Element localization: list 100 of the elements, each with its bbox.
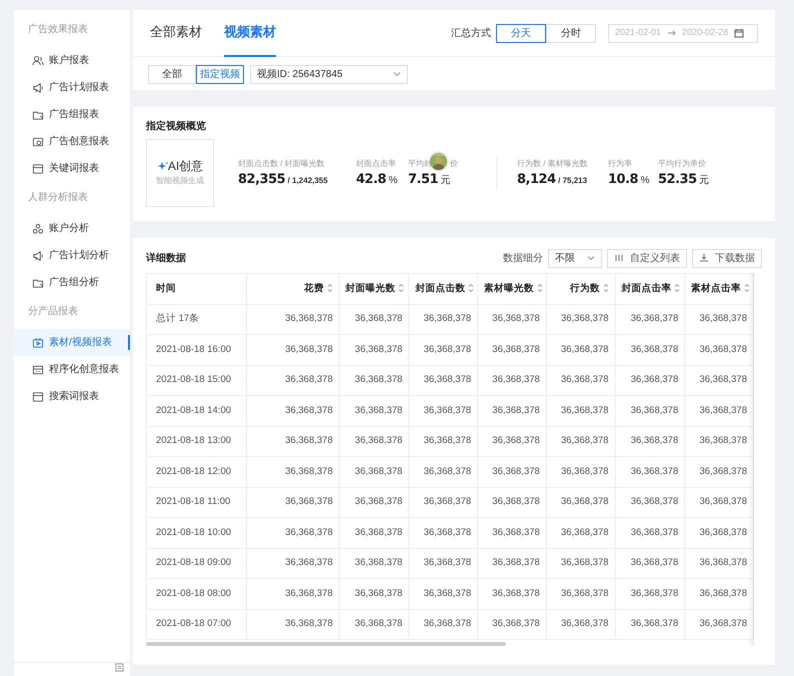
column-header[interactable]: 封面曝光数 [339,274,409,304]
breakdown-label: 数据细分 [503,252,543,266]
table-cell: 36,368,378 [246,456,340,487]
table-cell: 36,368,378 [684,396,754,426]
summary-option[interactable]: 分时 [546,24,596,42]
stat-value: 7.51 [408,171,438,190]
table-cell: 2021-08-18 16:00 [146,334,247,365]
table-cell: 36,368,378 [546,334,616,365]
table-cell: 36,368,378 [615,334,685,365]
sort-icon [398,283,404,294]
toolbar-button[interactable]: 下载数据 [692,248,762,268]
table-cell: 36,368,378 [478,426,546,456]
sidebar-item[interactable]: 广告计划分析 [14,242,130,269]
table-cell: 36,368,378 [478,304,546,334]
sidebar-item[interactable]: 广告计划报表 [14,74,130,101]
column-header[interactable]: 封面点击率 [615,274,685,304]
table-cell: 36,368,378 [339,365,409,396]
table-cell: 36,368,378 [684,426,754,456]
table-cell: 36,368,378 [339,609,409,640]
table-cell: 36,368,378 [339,548,409,578]
stat-label: 价 [450,158,458,168]
table-cell: 36,368,378 [339,304,409,334]
caret-icon [393,71,401,78]
table-cell: 36,368,378 [684,518,754,548]
table-cell: 36,368,378 [546,578,616,609]
table-cell: 36,368,378 [339,487,409,518]
table-cell: 36,368,378 [615,518,685,548]
sidebar-item[interactable]: 关键词报表 [14,155,130,182]
stat-label: 封面点击率 [356,158,396,168]
sidebar-item[interactable]: 广告组分析 [14,269,130,296]
users-icon [32,54,44,66]
card-icon [32,162,44,174]
tab[interactable]: 全部素材 [150,10,202,56]
columns-icon [614,253,624,263]
table-cell: 36,368,378 [339,396,409,426]
column-header[interactable]: 行为数 [546,274,616,304]
filter-option[interactable]: 全部 [148,65,196,84]
table-cell: 2021-08-18 13:00 [146,426,247,456]
table-cell: 2021-08-18 09:00 [146,548,247,578]
table-cell: 36,368,378 [408,334,478,365]
sidebar-item[interactable]: 账户分析 [14,215,130,242]
video-select[interactable]: 视频ID: 256437845 [250,65,408,84]
summary-option[interactable]: 分天 [496,24,546,42]
calendar-icon [734,28,744,38]
table-cell: 36,368,378 [339,456,409,487]
toolbar-button[interactable]: 自定义列表 [607,248,687,268]
breakdown-select[interactable]: 不限 [548,248,602,268]
table-cell: 36,368,378 [246,578,340,609]
tab[interactable]: 视频素材 [224,10,276,56]
table-cell: 36,368,378 [246,334,340,365]
stat-label: 封面点击数 / 封面曝光数 [238,158,325,168]
table-cell: 36,368,378 [408,487,478,518]
table-cell: 36,368,378 [246,304,340,334]
table-cell: 36,368,378 [615,365,685,396]
table-cell: 2021-08-18 15:00 [146,365,247,396]
table-cell: 36,368,378 [615,456,685,487]
megaphone-icon [32,82,44,94]
ai-creative-card[interactable]: AI创意 智能视频生成 [146,139,214,207]
table-cell: 36,368,378 [408,304,478,334]
sort-icon [536,283,543,294]
card-icon [32,390,44,402]
column-header[interactable]: 封面点击数 [408,274,478,304]
table-cell: 36,368,378 [478,456,546,487]
table-cell: 36,368,378 [478,578,546,609]
table-cell: 36,368,378 [546,396,616,426]
sort-icon [468,283,474,294]
sparkle-icon [156,160,168,170]
table-cell: 36,368,378 [339,518,409,548]
table-cell: 36,368,378 [408,518,478,548]
table-cell: 36,368,378 [246,518,340,548]
table-cell: 36,368,378 [546,304,616,334]
sort-icon [674,283,680,294]
table-cell: 36,368,378 [246,365,340,396]
table-cell: 36,368,378 [246,396,340,426]
table-cell: 36,368,378 [478,548,546,578]
download-icon [699,253,709,263]
sidebar-item[interactable]: 素材/视频报表 [14,329,130,356]
overview-title: 指定视频概览 [146,119,207,134]
stat-unit: 元 [699,174,710,188]
table-cell: 36,368,378 [615,304,685,334]
filter-option[interactable]: 指定视频 [196,65,244,84]
sidebar-item[interactable]: 账户报表 [14,47,130,74]
table-cell: 36,368,378 [615,609,685,640]
horizontal-scrollbar[interactable] [146,642,506,646]
stat-label: 平均行为单价 [658,158,706,168]
sidebar-item[interactable]: 广告创意报表 [14,128,130,155]
stat-value: 42.8 [356,171,386,190]
table-cell: 36,368,378 [615,396,685,426]
table-cell: 36,368,378 [615,548,685,578]
collapse-icon[interactable] [115,663,124,672]
stat-total: / 1,242,355 [288,175,328,188]
image-frame-icon [32,136,44,148]
column-header[interactable]: 花费 [246,274,340,304]
column-header[interactable]: 素材曝光数 [478,274,546,304]
sidebar-item[interactable]: 程序化创意报表 [14,356,130,383]
sidebar-item[interactable]: 搜索词报表 [14,383,130,410]
table-cell: 36,368,378 [408,578,478,609]
column-header[interactable]: 素材点击率 [684,274,754,304]
sidebar-item[interactable]: 广告组报表 [14,101,130,128]
sort-icon [744,283,750,294]
